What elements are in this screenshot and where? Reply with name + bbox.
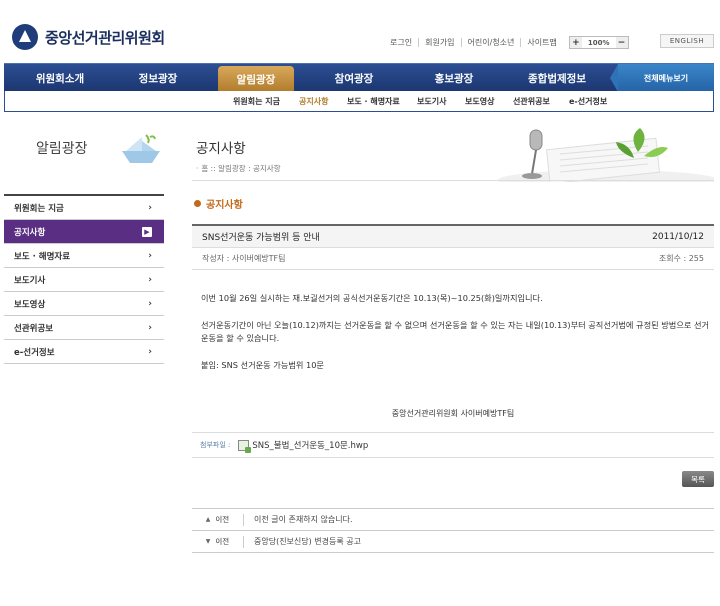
subnav-item-articles[interactable]: 보도기사 <box>417 96 446 107</box>
post-paragraph: 붙임: SNS 선거운동 가능범위 10문 <box>201 359 324 370</box>
post-board: SNS선거운동 가능범위 등 안내 2011/10/12 작성자 : 사이버예방… <box>192 224 714 270</box>
lnb-item-press[interactable]: 보도 · 해명자료 › <box>4 244 164 268</box>
gnb-item-notice[interactable]: 알림광장 <box>218 66 294 92</box>
post-paragraph: 이번 10월 26일 실시하는 재.보궐선거의 공식선거운동기간은 10.13(… <box>201 293 543 303</box>
file-icon <box>238 439 252 453</box>
microphone-newspaper-icon <box>498 128 714 182</box>
all-menu-button[interactable]: 전체메뉴보기 <box>610 64 714 92</box>
page-title: 공지사항 <box>196 141 246 157</box>
list-button[interactable]: 목록 <box>682 471 714 487</box>
lnb-item-now[interactable]: 위원회는 지금 › <box>4 196 164 220</box>
nec-logo-icon <box>12 24 38 50</box>
chevron-right-icon: › <box>148 202 152 213</box>
gnb-item-promotion[interactable]: 홍보광장 <box>404 64 504 92</box>
subnav-item-now[interactable]: 위원회는 지금 <box>233 96 280 107</box>
lnb-item-label: 보도영상 <box>14 299 46 310</box>
post-body: 이번 10월 26일 실시하는 재.보궐선거의 공식선거운동기간은 10.13(… <box>201 292 711 385</box>
prev-label-text: 이전 <box>215 515 230 524</box>
post-header: SNS선거운동 가능범위 등 안내 2011/10/12 <box>192 224 714 248</box>
post-author: 작성자 : 사이버예방TF팀 <box>202 254 286 263</box>
chevron-right-icon: ▶ <box>142 226 152 237</box>
subnav-item-press[interactable]: 보도 · 해명자료 <box>347 96 400 107</box>
logo-text: 중앙선거관리위원회 <box>45 28 165 47</box>
utility-nav: 로그인 회원가입 어린이/청소년 사이트맵 + 100% − <box>384 36 629 49</box>
next-link[interactable]: 중앙당(진보신당) 변경등록 공고 <box>244 536 361 547</box>
login-link[interactable]: 로그인 <box>384 38 418 47</box>
left-nav: 위원회는 지금 › 공지사항 ▶ 보도 · 해명자료 › 보도기사 › 보도영상 › 선관… <box>4 194 164 364</box>
next-label: ▼ 이전 <box>192 535 244 548</box>
post-date: 2011/10/12 <box>652 231 704 242</box>
chevron-right-icon: › <box>148 322 152 333</box>
english-button[interactable]: ENGLISH <box>660 34 714 48</box>
lnb-item-label: 보도 · 해명자료 <box>14 251 71 262</box>
up-triangle-icon: ▲ <box>205 516 211 523</box>
lnb-item-notice[interactable]: 공지사항 ▶ <box>4 220 164 244</box>
lnb-item-label: 선관위공보 <box>14 323 54 334</box>
lnb-item-label: 위원회는 지금 <box>14 203 64 214</box>
lnb-item-label: 보도기사 <box>14 275 46 286</box>
lnb-item-eelection[interactable]: e-선거정보 › <box>4 340 164 364</box>
lnb-item-video[interactable]: 보도영상 › <box>4 292 164 316</box>
post-views: 조회수 : 255 <box>658 254 704 263</box>
breadcrumb: · 홈 :: 알림광장 : 공지사항 <box>196 163 281 174</box>
post-signature: 중앙선거관리위원회 사이버예방TF팀 <box>391 409 515 418</box>
zoom-control: + 100% − <box>568 36 629 49</box>
post-paragraph: 선거운동기간이 아닌 오늘(10.12)까지는 선거운동을 할 수 없으며 선거… <box>201 319 710 344</box>
chevron-right-icon: › <box>148 274 152 285</box>
prev-next-nav: ▲ 이전 이전 글이 존재하지 않습니다. ▼ 이전 중앙당(진보신당) 변경등록 … <box>192 508 714 553</box>
attachment-label: 첨부파일 : <box>200 441 231 449</box>
site-logo[interactable]: 중앙선거관리위원회 <box>12 24 165 50</box>
attachment-link[interactable]: SNS_불법_선거운동_10문.hwp <box>252 439 368 451</box>
subnav-item-notice[interactable]: 공지사항 <box>299 96 328 107</box>
prev-label: ▲ 이전 <box>192 513 244 526</box>
sub-nav: 위원회는 지금 공지사항 보도 · 해명자료 보도기사 보도영상 선관위공보 e… <box>4 91 714 112</box>
subnav-item-video[interactable]: 보도영상 <box>465 96 494 107</box>
gnb-item-participate[interactable]: 참여광장 <box>304 64 404 92</box>
down-triangle-icon: ▼ <box>205 538 211 545</box>
lnb-item-articles[interactable]: 보도기사 › <box>4 268 164 292</box>
prev-row: ▲ 이전 이전 글이 존재하지 않습니다. <box>192 509 714 531</box>
attachment-row: 첨부파일 : SNS_불법_선거운동_10문.hwp <box>192 432 714 458</box>
sitemap-link[interactable]: 사이트맵 <box>520 38 562 47</box>
chevron-right-icon: › <box>148 250 152 261</box>
kids-link[interactable]: 어린이/청소년 <box>460 38 521 47</box>
zoom-in-button[interactable]: + <box>569 37 582 48</box>
signup-link[interactable]: 회원가입 <box>418 38 460 47</box>
section-title-text: 공지사항 <box>206 200 243 211</box>
zoom-level: 100% <box>587 38 610 47</box>
prev-text: 이전 글이 존재하지 않습니다. <box>254 515 353 524</box>
global-nav: 위원회소개 정보광장 알림광장 참여광장 홍보광장 종합법제정보 전체메뉴보기 <box>4 63 714 92</box>
subnav-item-bulletin[interactable]: 선관위공보 <box>513 96 550 107</box>
title-divider <box>192 180 714 181</box>
section-title: 공지사항 <box>194 196 243 211</box>
lnb-item-label: e-선거정보 <box>14 347 55 358</box>
lnb-title: 알림광장 <box>36 141 88 157</box>
paper-boat-icon <box>122 134 160 163</box>
chevron-right-icon: › <box>148 298 152 309</box>
next-label-text: 이전 <box>215 537 230 546</box>
post-meta: 작성자 : 사이버예방TF팀 조회수 : 255 <box>192 248 714 270</box>
post-title: SNS선거운동 가능범위 등 안내 <box>202 233 320 243</box>
home-bullet-icon: · <box>196 164 199 173</box>
zoom-out-button[interactable]: − <box>615 37 628 48</box>
lnb-item-label: 공지사항 <box>14 227 46 238</box>
section-bullet-icon <box>194 200 201 207</box>
gnb-item-about[interactable]: 위원회소개 <box>12 64 108 92</box>
gnb-item-info[interactable]: 정보광장 <box>110 64 206 92</box>
subnav-item-eelection[interactable]: e-선거정보 <box>569 96 607 107</box>
chevron-right-icon: › <box>148 346 152 357</box>
breadcrumb-text: 홈 :: 알림광장 : 공지사항 <box>201 164 281 173</box>
next-row: ▼ 이전 중앙당(진보신당) 변경등록 공고 <box>192 531 714 553</box>
gnb-item-law[interactable]: 종합법제정보 <box>502 64 612 92</box>
lnb-item-bulletin[interactable]: 선관위공보 › <box>4 316 164 340</box>
